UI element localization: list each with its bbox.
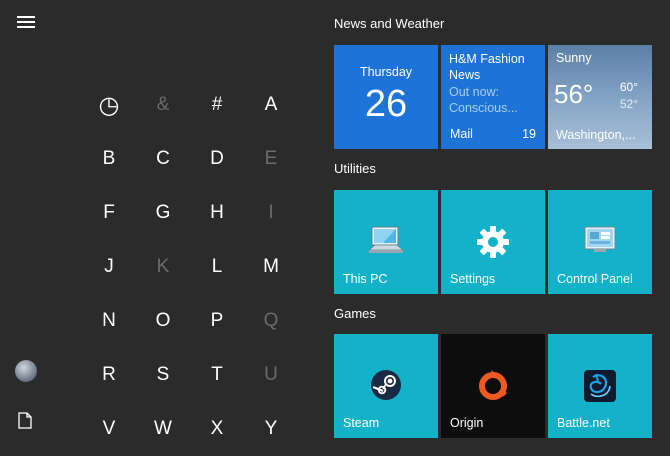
jump-letter-G[interactable]: G: [136, 186, 190, 240]
weather-tile[interactable]: Sunny 56° 60° 52° Washington,...: [548, 45, 652, 149]
jump-letter-D[interactable]: D: [190, 132, 244, 186]
group-label-utilities: Utilities: [334, 161, 376, 176]
jump-letter-C[interactable]: C: [136, 132, 190, 186]
origin-tile[interactable]: Origin: [441, 334, 545, 438]
this-pc-tile[interactable]: This PC: [334, 190, 438, 294]
weather-low: 52°: [619, 97, 638, 111]
steam-tile[interactable]: Steam: [334, 334, 438, 438]
jump-letter-S[interactable]: S: [136, 348, 190, 402]
weather-location: Washington,...: [556, 128, 636, 142]
user-avatar[interactable]: [15, 360, 37, 382]
left-rail: [0, 0, 52, 449]
jump-letter-F[interactable]: F: [82, 186, 136, 240]
computer-icon: [369, 226, 403, 253]
battlenet-tile[interactable]: Battle.net: [548, 334, 652, 438]
control-panel-label: Control Panel: [557, 272, 633, 286]
jump-letter-L[interactable]: L: [190, 240, 244, 294]
jump-letter-B[interactable]: B: [82, 132, 136, 186]
battlenet-icon: [584, 370, 616, 402]
jump-letter-W[interactable]: W: [136, 402, 190, 456]
jump-letter-H[interactable]: H: [190, 186, 244, 240]
calendar-tile[interactable]: Thursday 26: [334, 45, 438, 149]
jump-letter-T[interactable]: T: [190, 348, 244, 402]
recent-apps-clock-icon[interactable]: ◷: [82, 78, 136, 132]
weather-temperature: 56°: [554, 79, 594, 109]
calendar-date: 26: [364, 83, 408, 125]
jump-letter-A[interactable]: A: [244, 78, 298, 132]
this-pc-label: This PC: [343, 272, 388, 286]
jump-letter-R[interactable]: R: [82, 348, 136, 402]
control-panel-icon: [584, 226, 616, 252]
origin-icon: [479, 370, 507, 400]
gear-icon: [477, 226, 509, 258]
jump-letter-&: &: [156, 94, 170, 115]
jump-letter-E: E: [264, 148, 278, 169]
mail-label: Mail: [450, 127, 473, 141]
jump-letter-U: U: [264, 364, 278, 385]
hamburger-icon[interactable]: [17, 16, 35, 28]
jump-letter-O[interactable]: O: [136, 294, 190, 348]
document-icon[interactable]: [18, 412, 32, 429]
jump-letter-#[interactable]: #: [190, 78, 244, 132]
jump-letter-V[interactable]: V: [82, 402, 136, 456]
battlenet-label: Battle.net: [557, 416, 610, 430]
origin-label: Origin: [450, 416, 484, 430]
jump-letter-Y[interactable]: Y: [244, 402, 298, 456]
calendar-day: Thursday: [359, 65, 413, 79]
jump-letter-Q: Q: [263, 310, 279, 331]
mail-unread-count: 19: [522, 127, 536, 141]
jump-letter-I: I: [268, 202, 274, 223]
jump-letter-J[interactable]: J: [82, 240, 136, 294]
jump-letter-N[interactable]: N: [82, 294, 136, 348]
jump-letter-X[interactable]: X: [190, 402, 244, 456]
mail-tile[interactable]: H&M Fashion News Out now: Conscious... M…: [441, 45, 545, 149]
jump-letter-M[interactable]: M: [244, 240, 298, 294]
steam-icon: [371, 370, 401, 400]
settings-label: Settings: [450, 272, 496, 286]
jump-letter-P[interactable]: P: [190, 294, 244, 348]
group-label-news: News and Weather: [334, 16, 445, 31]
jump-letter-K: K: [156, 256, 170, 277]
steam-label: Steam: [343, 416, 380, 430]
control-panel-tile[interactable]: Control Panel: [548, 190, 652, 294]
weather-condition: Sunny: [556, 51, 592, 65]
weather-high: 60°: [619, 80, 638, 94]
settings-tile[interactable]: Settings: [441, 190, 545, 294]
mail-preview: Out now: Conscious...: [449, 85, 518, 115]
group-label-games: Games: [334, 306, 376, 321]
mail-headline: H&M Fashion News: [449, 52, 525, 82]
